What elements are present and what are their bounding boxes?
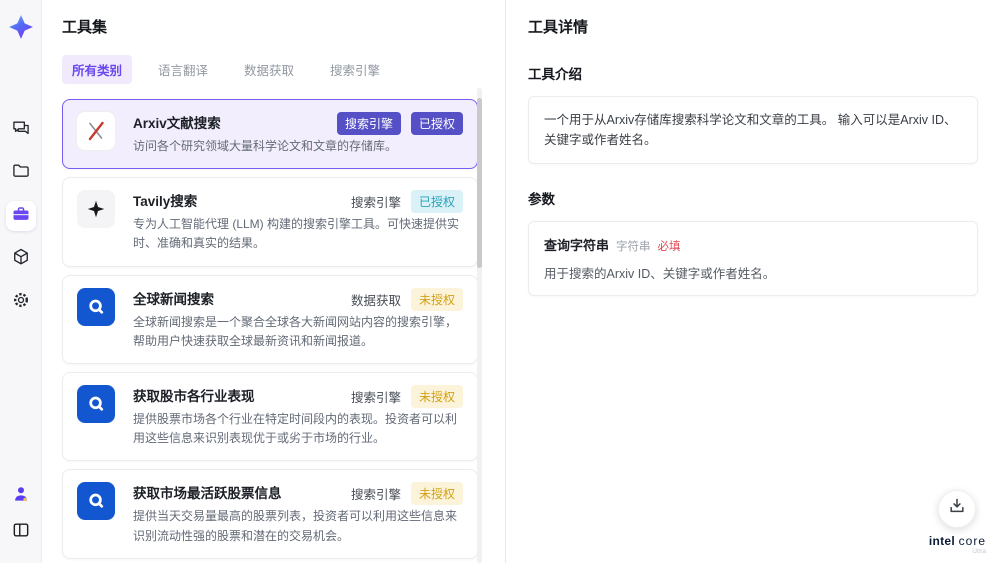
category-tabs: 所有类别 语言翻译 数据获取 搜索引擎	[62, 55, 505, 84]
intel-core-logo: intel core Ultra	[929, 535, 986, 556]
tool-description: 全球新闻搜索是一个聚合全球各大新闻网站内容的搜索引擎，帮助用户快速获取全球最新资…	[133, 314, 458, 348]
tab-language-translation[interactable]: 语言翻译	[148, 55, 218, 84]
intel-product-text: core	[958, 533, 986, 548]
tool-card-arxiv[interactable]: Arxiv文献搜索 访问各个研究领域大量科学论文和文章的存储库。 搜索引擎 已授…	[62, 99, 478, 170]
corner-widgets: intel core Ultra	[929, 489, 986, 556]
tool-description: 专为人工智能代理 (LLM) 构建的搜索引擎工具。可快速提供实时、准确和真实的结…	[133, 217, 460, 251]
tool-card-most-active-stocks[interactable]: 获取市场最活跃股票信息 提供当天交易量最高的股票列表，投资者可以利用这些信息来识…	[62, 469, 478, 559]
tool-card-tavily[interactable]: Tavily搜索 专为人工智能代理 (LLM) 构建的搜索引擎工具。可快速提供实…	[62, 177, 478, 267]
panel-toggle-icon	[11, 520, 31, 545]
auth-status-badge: 已授权	[410, 190, 463, 214]
intel-brand-text: intel	[928, 533, 956, 548]
chat-icon	[11, 118, 31, 143]
sidebar-item-files[interactable]	[6, 158, 36, 188]
category-label: 搜索引擎	[350, 390, 401, 405]
arxiv-logo-icon	[77, 112, 115, 150]
param-required-flag: 必填	[657, 241, 681, 253]
auth-status-badge: 未授权	[410, 482, 463, 506]
magnifier-blue-icon	[77, 482, 115, 521]
tab-all-categories[interactable]: 所有类别	[62, 55, 133, 84]
sidebar	[0, 0, 42, 563]
sidebar-item-chat[interactable]	[6, 115, 36, 145]
briefcase-icon	[11, 204, 31, 229]
intel-sub-text: Ultra	[972, 547, 986, 555]
tool-description: 提供当天交易量最高的股票列表，投资者可以利用这些信息来识别流动性强的股票和潜在的…	[133, 509, 458, 543]
magnifier-blue-icon	[77, 384, 115, 423]
tool-description: 访问各个研究领域大量科学论文和文章的存储库。	[133, 139, 398, 153]
category-label: 搜索引擎	[350, 488, 401, 503]
sidebar-item-toolbox[interactable]	[5, 201, 36, 231]
tavily-star-icon	[77, 190, 115, 229]
param-item: 查询字符串 字符串 必填 用于搜索的Arxiv ID、关键字或作者姓名。	[528, 221, 978, 296]
category-badge: 搜索引擎	[336, 112, 401, 135]
magnifier-blue-icon	[77, 287, 115, 326]
app-window: 工具集 所有类别 语言翻译 数据获取 搜索引擎 Arxiv文献搜索 访问各个研究…	[0, 0, 1000, 563]
tool-list-panel: 工具集 所有类别 语言翻译 数据获取 搜索引擎 Arxiv文献搜索 访问各个研究…	[42, 0, 505, 563]
settings-gear-icon	[11, 290, 31, 315]
tab-data-acquisition[interactable]: 数据获取	[234, 55, 304, 84]
download-button[interactable]	[938, 489, 977, 528]
page-title: 工具集	[62, 19, 108, 36]
param-type: 字符串	[616, 241, 651, 253]
tool-description: 提供股票市场各个行业在特定时间段内的表现。投资者可以利用这些信息来识别表现优于或…	[133, 411, 458, 446]
app-logo-diamond-icon	[8, 14, 34, 45]
tool-card-sector-performance[interactable]: 获取股市各行业表现 提供股票市场各个行业在特定时间段内的表现。投资者可以利用这些…	[62, 371, 478, 462]
intro-heading: 工具介绍	[528, 67, 582, 82]
intro-text-box: 一个用于从Arxiv存储库搜索科学论文和文章的工具。 输入可以是Arxiv ID…	[528, 96, 978, 164]
sidebar-item-packages[interactable]	[6, 244, 36, 274]
category-label: 数据获取	[350, 293, 401, 308]
auth-status-badge: 未授权	[410, 384, 463, 408]
sidebar-item-account[interactable]	[6, 481, 36, 511]
param-name: 查询字符串	[544, 238, 610, 253]
tool-detail-panel: 工具详情 工具介绍 一个用于从Arxiv存储库搜索科学论文和文章的工具。 输入可…	[505, 0, 1000, 563]
tab-search-engine[interactable]: 搜索引擎	[320, 55, 390, 84]
category-label: 搜索引擎	[350, 196, 401, 211]
detail-title: 工具详情	[528, 19, 589, 36]
sidebar-item-settings[interactable]	[6, 287, 36, 317]
auth-status-badge: 未授权	[410, 287, 463, 311]
list-scrollbar-thumb[interactable]	[477, 98, 482, 268]
tool-card-list: Arxiv文献搜索 访问各个研究领域大量科学论文和文章的存储库。 搜索引擎 已授…	[62, 99, 478, 563]
user-icon	[11, 484, 31, 509]
sidebar-item-collapse[interactable]	[6, 517, 36, 547]
download-icon	[947, 496, 967, 521]
package-cube-icon	[11, 247, 31, 272]
tool-card-global-news[interactable]: 全球新闻搜索 全球新闻搜索是一个聚合全球各大新闻网站内容的搜索引擎，帮助用户快速…	[62, 274, 478, 364]
param-description: 用于搜索的Arxiv ID、关键字或作者姓名。	[544, 267, 776, 281]
folder-icon	[11, 161, 31, 186]
auth-status-badge: 已授权	[410, 112, 463, 135]
params-heading: 参数	[528, 192, 555, 207]
